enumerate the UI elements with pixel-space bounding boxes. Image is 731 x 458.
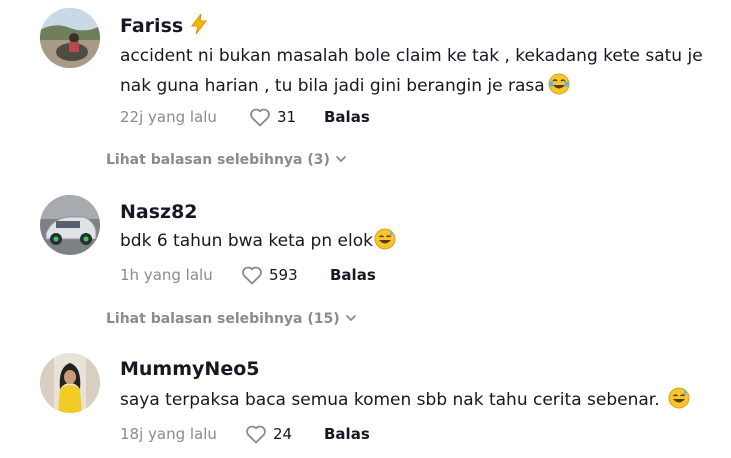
reply-button[interactable]: Balas: [324, 425, 370, 443]
laughing-tears-emoji-icon: [548, 73, 570, 105]
lightning-bolt-icon: [189, 13, 209, 40]
comment-timestamp: 1h yang lalu: [120, 266, 213, 284]
like-count: 24: [273, 425, 293, 443]
avatar[interactable]: [40, 8, 100, 68]
like-count: 31: [277, 108, 297, 126]
like-count: 593: [269, 266, 298, 284]
comment-meta: 1h yang lalu 593 Balas: [120, 263, 420, 287]
comment-text: accident ni bukan masalah bole claim ke …: [120, 41, 720, 105]
view-more-replies-button[interactable]: Lihat balasan selebihnya (15): [106, 311, 357, 327]
reply-button[interactable]: Balas: [330, 266, 376, 284]
comment-meta: 18j yang lalu 24 Balas: [120, 422, 420, 446]
comment-meta: 22j yang lalu 31 Balas: [120, 105, 420, 129]
comment-username[interactable]: Fariss: [120, 13, 209, 40]
grinning-sweat-emoji-icon: [668, 387, 690, 419]
chevron-down-icon: [345, 315, 356, 321]
comment-text: saya terpaksa baca semua komen sbb nak t…: [120, 385, 720, 419]
comment-timestamp: 22j yang lalu: [120, 108, 217, 126]
comment-username[interactable]: Nasz82: [120, 201, 198, 223]
heart-outline-icon[interactable]: [248, 105, 272, 133]
avatar[interactable]: [40, 195, 100, 255]
reply-button[interactable]: Balas: [324, 108, 370, 126]
comment-timestamp: 18j yang lalu: [120, 425, 217, 443]
comment-text: bdk 6 tahun bwa keta pn elok: [120, 226, 720, 260]
chevron-down-icon: [336, 156, 346, 162]
heart-outline-icon[interactable]: [244, 422, 268, 450]
comment-username[interactable]: MummyNeo5: [120, 358, 259, 380]
avatar[interactable]: [40, 353, 100, 413]
view-more-replies-button[interactable]: Lihat balasan selebihnya (3): [106, 152, 347, 168]
grinning-sweat-emoji-icon: [374, 228, 396, 260]
heart-outline-icon[interactable]: [240, 263, 264, 291]
